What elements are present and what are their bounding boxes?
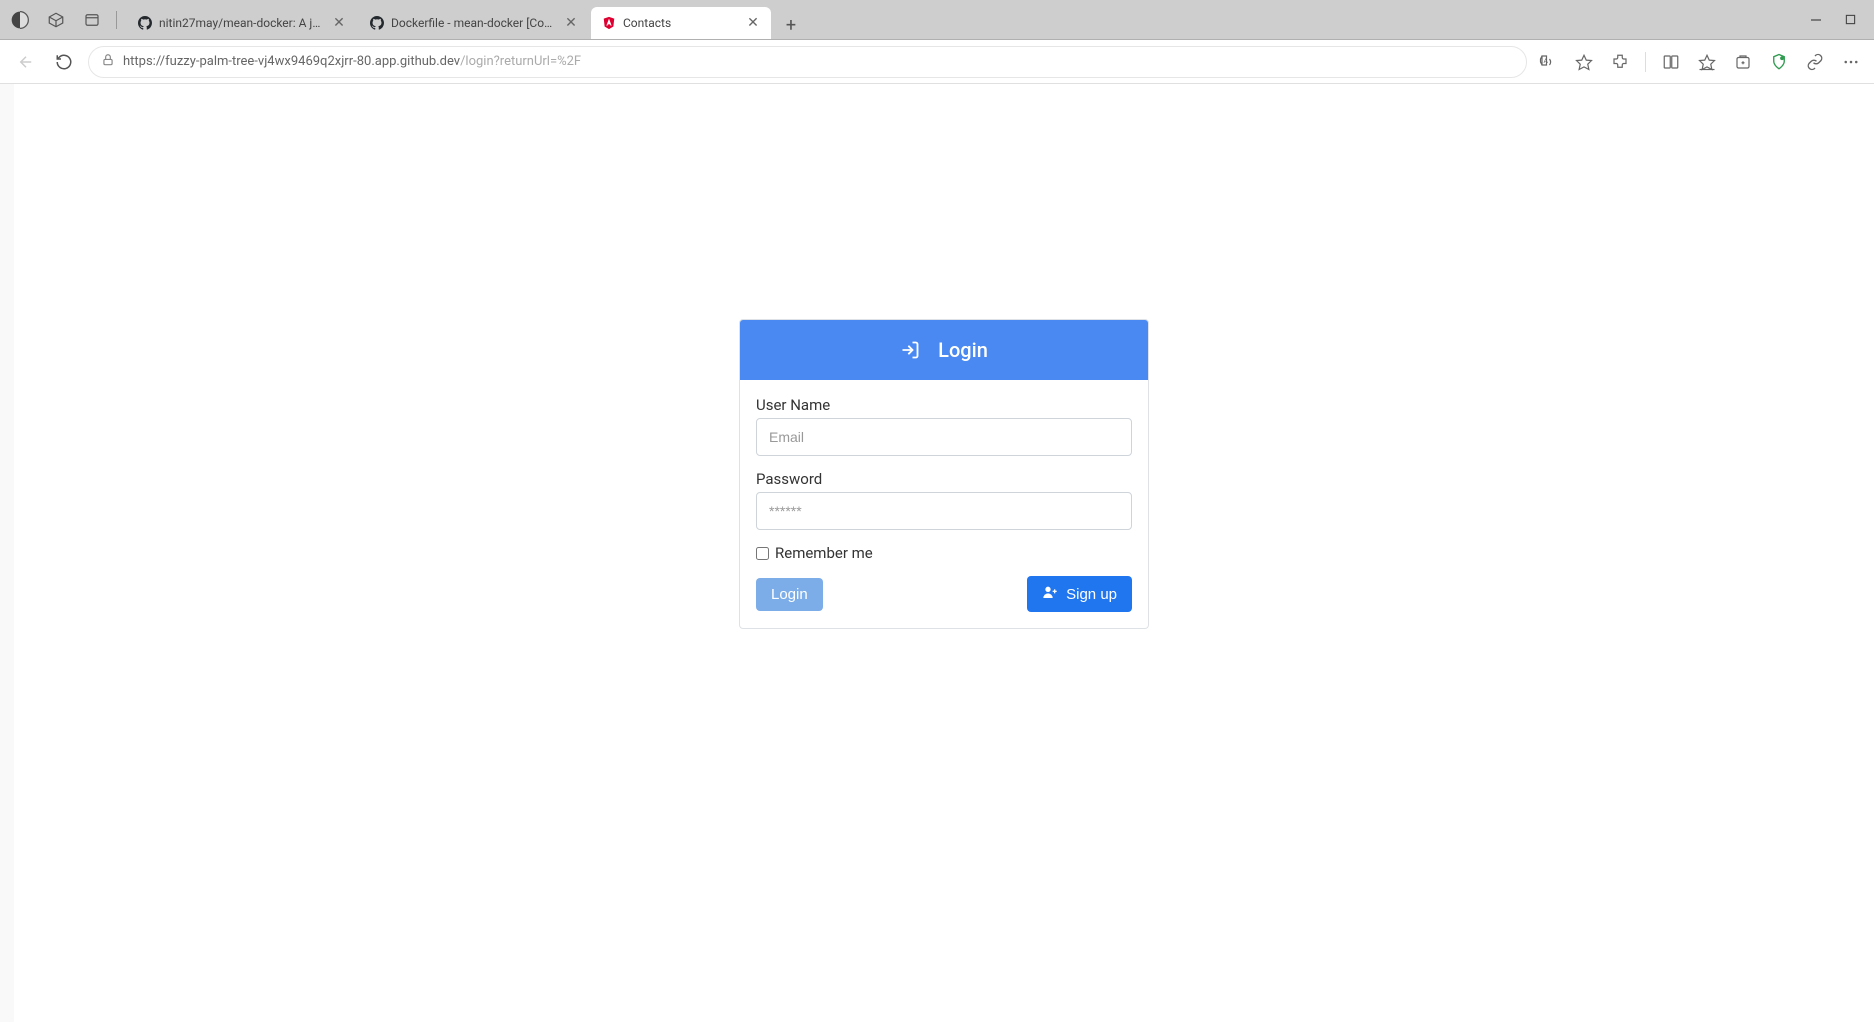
favorite-star-icon[interactable] [1573,51,1595,73]
user-plus-icon [1042,584,1058,604]
username-input[interactable] [756,418,1132,456]
site-info-icon[interactable] [101,53,115,71]
read-aloud-icon[interactable]: A [1537,51,1559,73]
tabs-container: nitin27may/mean-docker: A jum… ✕ Dockerf… [127,0,1800,39]
minimize-button[interactable] [1808,12,1824,28]
github-icon [137,15,153,31]
extension-icon[interactable] [1609,51,1631,73]
workspaces-icon[interactable] [42,6,70,34]
card-body: User Name Password Remember me Login [740,380,1148,628]
signup-button[interactable]: Sign up [1027,576,1132,612]
maximize-button[interactable] [1842,12,1858,28]
remember-me-row: Remember me [756,544,1132,562]
back-button[interactable] [12,48,40,76]
button-row: Login Sign up [756,576,1132,612]
close-icon[interactable]: ✕ [745,15,761,31]
address-bar[interactable]: https://fuzzy-palm-tree-vj4wx9469q2xjrr-… [88,46,1527,78]
address-bar-row: https://fuzzy-palm-tree-vj4wx9469q2xjrr-… [0,40,1874,84]
url-text: https://fuzzy-palm-tree-vj4wx9469q2xjrr-… [123,54,581,69]
login-icon [900,340,920,360]
github-icon [369,15,385,31]
divider [1645,52,1646,72]
password-label: Password [756,470,1132,488]
remember-label[interactable]: Remember me [775,544,873,562]
login-card: Login User Name Password Remember me Log… [739,319,1149,629]
tab-title: Dockerfile - mean-docker [Code… [391,16,557,30]
more-icon[interactable] [1840,51,1862,73]
username-label: User Name [756,396,1132,414]
app-icon [601,15,617,31]
remember-checkbox[interactable] [756,547,769,560]
favorites-icon[interactable] [1696,51,1718,73]
tab-dockerfile[interactable]: Dockerfile - mean-docker [Code… ✕ [359,7,589,39]
card-header: Login [740,320,1148,380]
tab-title: Contacts [623,16,739,30]
refresh-button[interactable] [50,48,78,76]
browser-tab-strip: nitin27may/mean-docker: A jum… ✕ Dockerf… [0,0,1874,40]
new-tab-button[interactable]: + [777,11,805,39]
close-icon[interactable]: ✕ [331,15,347,31]
collections-icon[interactable] [1732,51,1754,73]
profile-icon[interactable] [6,6,34,34]
page-content: Login User Name Password Remember me Log… [14,84,1874,1022]
password-group: Password [756,470,1132,530]
tab-title: nitin27may/mean-docker: A jum… [159,16,325,30]
header-title: Login [938,338,988,362]
close-icon[interactable]: ✕ [563,15,579,31]
tab-contacts-active[interactable]: Contacts ✕ [591,7,771,39]
password-input[interactable] [756,492,1132,530]
toolbar-right: A [1537,51,1862,73]
window-controls [1808,12,1868,28]
tab-actions-icon[interactable] [78,6,106,34]
divider [116,11,117,29]
tab-github-repo[interactable]: nitin27may/mean-docker: A jum… ✕ [127,7,357,39]
split-screen-icon[interactable] [1660,51,1682,73]
link-icon[interactable] [1804,51,1826,73]
username-group: User Name [756,396,1132,456]
browser-essentials-icon[interactable] [1768,51,1790,73]
login-button[interactable]: Login [756,578,823,611]
svg-text:A: A [1544,56,1549,64]
